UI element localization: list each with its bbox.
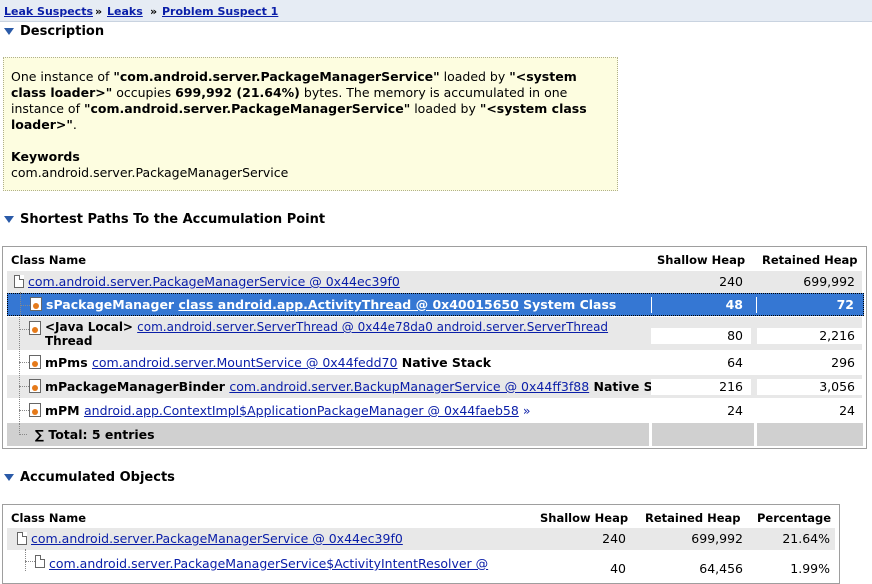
shallow-heap-value: 48 xyxy=(651,297,751,313)
collapse-triangle-icon xyxy=(4,216,14,223)
object-reference-icon xyxy=(29,355,41,369)
table-row[interactable]: mPms com.android.server.MountService @ 0… xyxy=(7,351,862,374)
table-row[interactable]: mPM android.app.ContextImpl$ApplicationP… xyxy=(7,399,862,422)
shallow-heap-value: 216 xyxy=(651,379,751,395)
expand-more-link[interactable]: » xyxy=(519,403,531,418)
percentage-value: 21.64% xyxy=(782,531,830,546)
column-header-shallow-heap[interactable]: Shallow Heap xyxy=(540,511,628,525)
object-reference-icon xyxy=(29,379,41,393)
breadcrumb-separator: » xyxy=(95,5,103,18)
keywords-label: Keywords xyxy=(11,149,80,164)
sum-icon: ∑ xyxy=(35,427,49,442)
paths-section-toggle[interactable]: Shortest Paths To the Accumulation Point xyxy=(4,212,325,227)
object-link[interactable]: com.android.server.ServerThread @ 0x44e7… xyxy=(137,320,608,334)
retained-heap-value: 3,056 xyxy=(757,379,863,395)
column-header-class-name[interactable]: Class Name xyxy=(11,511,86,525)
object-link[interactable]: com.android.server.PackageManagerService… xyxy=(31,531,403,546)
accumulated-table: Class Name Shallow Heap Retained Heap Pe… xyxy=(2,504,840,584)
shallow-heap-value: 240 xyxy=(602,531,626,546)
paths-table: Class Name Shallow Heap Retained Heap co… xyxy=(2,246,867,449)
shallow-heap-value: 240 xyxy=(719,274,743,289)
description-heading: Description xyxy=(20,24,105,39)
object-reference-icon xyxy=(29,321,41,335)
object-reference-icon xyxy=(29,403,41,417)
table-row[interactable]: mPackageManagerBinder com.android.server… xyxy=(7,375,863,398)
accumulated-section-toggle[interactable]: Accumulated Objects xyxy=(4,470,175,485)
collapse-triangle-icon xyxy=(4,474,14,481)
retained-heap-value: 699,992 xyxy=(803,274,855,289)
column-header-retained-heap[interactable]: Retained Heap xyxy=(762,253,858,267)
description-box: One instance of "com.android.server.Pack… xyxy=(3,57,618,191)
paths-heading: Shortest Paths To the Accumulation Point xyxy=(20,212,326,227)
table-row[interactable]: <Java Local> com.android.server.ServerTh… xyxy=(7,317,863,350)
column-header-class-name[interactable]: Class Name xyxy=(11,253,86,267)
breadcrumb-problem-suspect[interactable]: Problem Suspect 1 xyxy=(162,5,278,18)
total-entries: ∑ Total: 5 entries xyxy=(35,427,155,442)
shallow-heap-value: 80 xyxy=(651,328,751,344)
accumulated-heading: Accumulated Objects xyxy=(20,470,175,485)
file-object-icon xyxy=(35,555,45,568)
description-section-toggle[interactable]: Description xyxy=(4,24,104,39)
object-link[interactable]: com.android.server.PackageManagerService… xyxy=(49,556,488,571)
breadcrumb-leaks[interactable]: Leaks xyxy=(107,5,143,18)
file-object-icon xyxy=(14,275,24,288)
object-reference-icon xyxy=(30,297,42,311)
object-link[interactable]: com.android.server.BackupManagerService … xyxy=(229,379,589,394)
keywords-value: com.android.server.PackageManagerService xyxy=(11,165,289,180)
percentage-value: 1.99% xyxy=(790,561,830,576)
table-row-selected[interactable]: sPackageManager class android.app.Activi… xyxy=(7,292,864,316)
retained-heap-value: 24 xyxy=(839,403,855,418)
shallow-heap-value: 64 xyxy=(727,355,743,370)
file-object-icon xyxy=(17,532,27,545)
column-header-retained-heap[interactable]: Retained Heap xyxy=(645,511,741,525)
retained-heap-value: 296 xyxy=(831,355,855,370)
retained-heap-value: 2,216 xyxy=(757,328,863,344)
retained-heap-value: 699,992 xyxy=(691,531,743,546)
breadcrumb-leak-suspects[interactable]: Leak Suspects xyxy=(4,5,93,18)
table-total-row: ∑ Total: 5 entries xyxy=(7,423,863,446)
object-link[interactable]: com.android.server.MountService @ 0x44fe… xyxy=(92,355,397,370)
collapse-triangle-icon xyxy=(4,28,14,35)
table-row[interactable]: com.android.server.PackageManagerService… xyxy=(7,271,862,293)
shallow-heap-value: 40 xyxy=(610,561,626,576)
breadcrumb-separator: » xyxy=(150,5,158,18)
description-text: One instance of "com.android.server.Pack… xyxy=(11,69,587,132)
object-link[interactable]: com.android.server.PackageManagerService… xyxy=(28,274,400,289)
column-header-shallow-heap[interactable]: Shallow Heap xyxy=(657,253,745,267)
shallow-heap-value: 24 xyxy=(727,403,743,418)
object-link[interactable]: class android.app.ActivityThread @ 0x400… xyxy=(178,297,518,312)
breadcrumb: Leak Suspects » Leaks » Problem Suspect … xyxy=(0,0,872,22)
retained-heap-value: 64,456 xyxy=(699,561,743,576)
retained-heap-value: 72 xyxy=(756,297,862,313)
table-row[interactable]: com.android.server.PackageManagerService… xyxy=(7,528,835,550)
column-header-percentage[interactable]: Percentage xyxy=(757,511,831,525)
object-link[interactable]: android.app.ContextImpl$ApplicationPacka… xyxy=(84,403,519,418)
table-row[interactable]: com.android.server.PackageManagerService… xyxy=(7,549,835,576)
